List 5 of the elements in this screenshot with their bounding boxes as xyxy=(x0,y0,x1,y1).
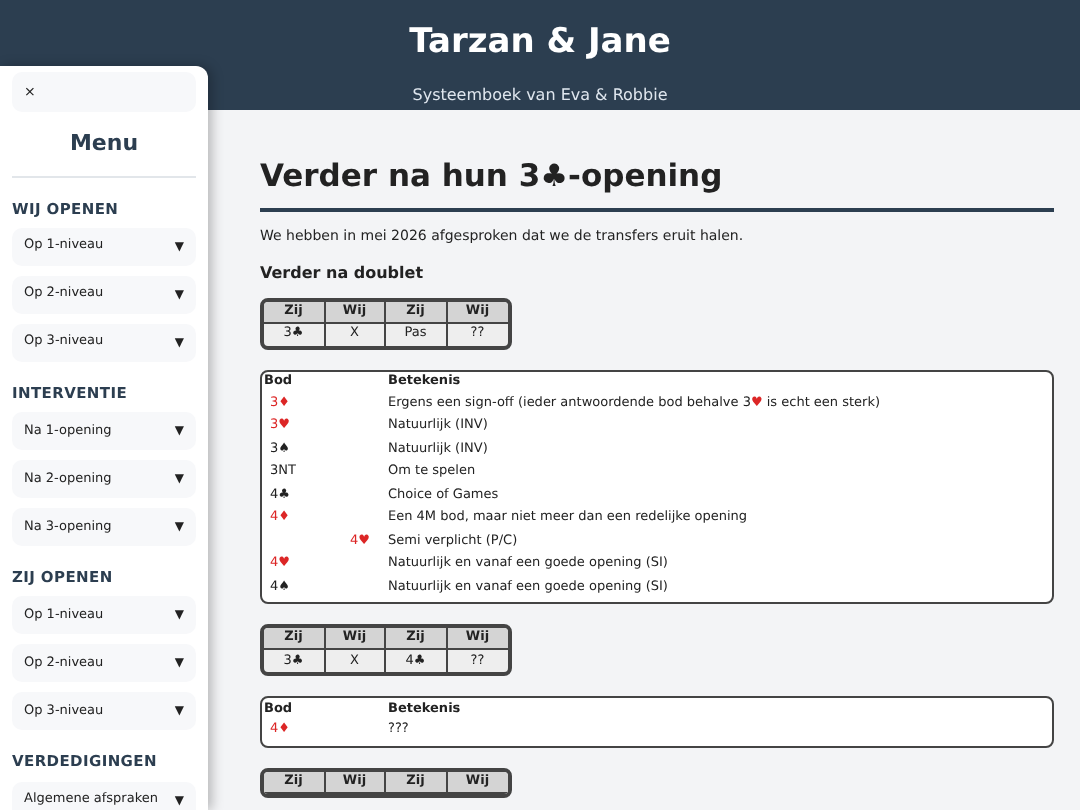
site-title: Tarzan & Jane xyxy=(409,22,671,63)
section-heading: Verder na doublet xyxy=(260,261,426,286)
page-heading: Verder na hun 3♣-opening xyxy=(260,154,1054,213)
site-subtitle: Systeemboek van Eva & Robbie xyxy=(412,84,668,108)
menu-title: Menu xyxy=(12,128,196,177)
